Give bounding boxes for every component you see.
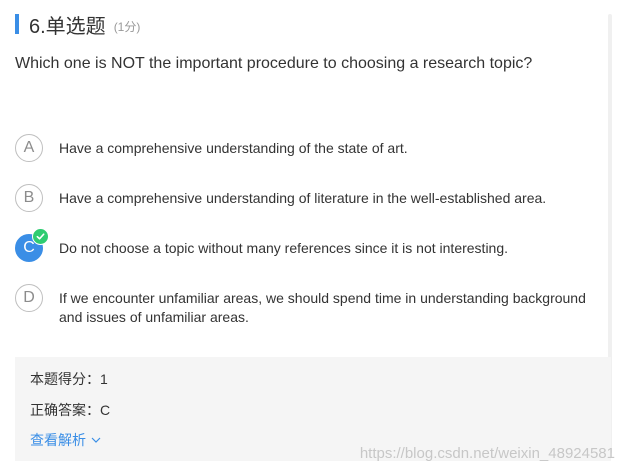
question-title: 6.单选题	[29, 15, 106, 38]
option-d-circle[interactable]: D	[15, 284, 43, 312]
accent-bar	[15, 14, 19, 34]
score-label: 本题得分：	[30, 371, 100, 387]
option-a[interactable]: A Have a comprehensive understanding of …	[15, 134, 599, 162]
chevron-down-icon	[91, 437, 101, 443]
answer-value: C	[100, 402, 111, 418]
score-row: 本题得分：1	[30, 369, 108, 389]
answer-row: 正确答案：C	[30, 400, 110, 420]
option-a-text: Have a comprehensive understanding of th…	[59, 140, 408, 156]
option-b-circle[interactable]: B	[15, 184, 43, 212]
question-score: (1分)	[113, 19, 141, 34]
option-c-circle-selected[interactable]: C	[15, 228, 49, 262]
score-value: 1	[100, 371, 108, 387]
option-c[interactable]: C Do not choose a topic without many ref…	[15, 228, 599, 262]
option-b[interactable]: B Have a comprehensive understanding of …	[15, 184, 599, 212]
answer-label: 正确答案：	[30, 402, 100, 418]
watermark: https://blog.csdn.net/weixin_48924581	[359, 445, 615, 462]
option-b-text: Have a comprehensive understanding of li…	[59, 190, 547, 206]
option-d-text: If we encounter unfamiliar areas, we sho…	[59, 290, 586, 325]
option-d[interactable]: D If we encounter unfamiliar areas, we s…	[15, 284, 599, 327]
option-c-text: Do not choose a topic without many refer…	[59, 240, 509, 256]
question-text: Which one is NOT the important procedure…	[15, 55, 533, 72]
question-header: 6.单选题 (1分)	[15, 11, 141, 38]
view-analysis-link[interactable]: 查看解析	[30, 430, 101, 450]
check-icon	[32, 228, 49, 245]
option-a-circle[interactable]: A	[15, 134, 43, 162]
view-analysis-label: 查看解析	[30, 432, 86, 448]
